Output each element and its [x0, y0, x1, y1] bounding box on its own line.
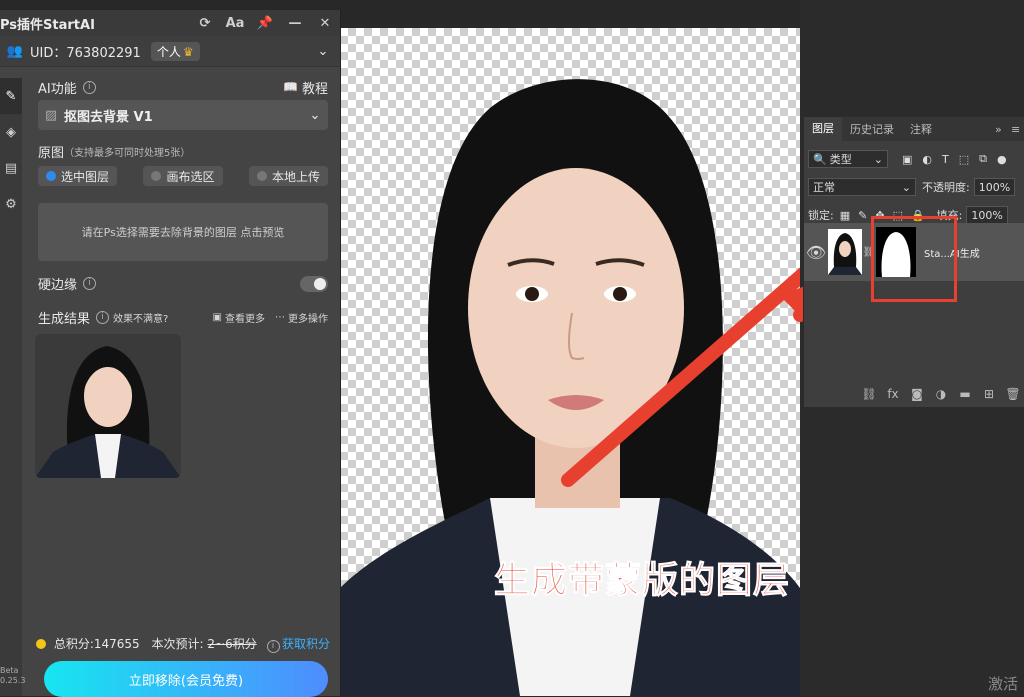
result-thumbnail[interactable]: [35, 334, 181, 478]
layer-filter-select[interactable]: 🔍 类型 ⌄: [808, 150, 888, 168]
chevron-down-icon[interactable]: ⌄: [306, 44, 340, 59]
more-icon: ⋯: [275, 312, 285, 323]
unsatisfied-link[interactable]: 效果不满意?: [113, 310, 168, 325]
edit-icon[interactable]: ✎: [0, 78, 22, 114]
fx-icon[interactable]: fx: [881, 387, 905, 401]
gear-icon[interactable]: ⚙: [0, 186, 22, 222]
total-points: 总积分:147655: [53, 637, 140, 651]
startai-plugin-panel: Ps插件StartAI ⟳ Aa 📌 — ✕ 👥 UID：763802291 个…: [0, 10, 341, 697]
new-layer-icon[interactable]: ⊞: [977, 387, 1001, 401]
version-info: Beta 0.25.3: [0, 666, 26, 685]
estimate-value: 2~6积分: [207, 637, 257, 651]
selected-function: 抠图去背景 V1: [64, 109, 153, 125]
trash-icon[interactable]: 🗑: [1001, 387, 1024, 401]
font-size-icon[interactable]: Aa: [220, 16, 250, 31]
add-mask-icon[interactable]: ◙: [905, 387, 929, 401]
source-option-canvas-selection[interactable]: 画布选区: [143, 166, 223, 186]
document-icon[interactable]: ▤: [0, 150, 22, 186]
mask-highlight-box: [871, 216, 957, 302]
lock-pixels-icon[interactable]: ▦: [840, 209, 850, 222]
coin-icon: [36, 639, 46, 649]
tab-layers[interactable]: 图层: [804, 117, 842, 141]
layer-thumb-portrait: [828, 233, 862, 275]
info-icon[interactable]: i: [82, 80, 96, 94]
chevron-down-icon: ⌄: [309, 107, 321, 123]
panel-expand-icon[interactable]: »: [995, 123, 1011, 136]
filter-shape-icon[interactable]: ⬚: [959, 153, 969, 166]
source-hint: （支持最多可同时处理5张）: [64, 148, 191, 159]
layers-icon[interactable]: ◈: [0, 114, 22, 150]
source-option-local-upload[interactable]: 本地上传: [248, 166, 328, 186]
blend-mode-select[interactable]: 正常 ⌄: [808, 178, 916, 196]
radio-icon: [151, 171, 162, 181]
folder-icon[interactable]: ▬: [953, 387, 977, 401]
info-icon[interactable]: i: [83, 277, 97, 290]
layers-bottom-toolbar: ⛓ fx ◙ ◑ ▬ ⊞ 🗑: [804, 381, 1024, 407]
tutorial-link[interactable]: 教程: [302, 78, 328, 97]
filter-text-icon[interactable]: T: [942, 153, 949, 166]
crown-icon: ♛: [182, 44, 194, 59]
annotation-caption: 生成带蒙版的图层: [493, 560, 791, 602]
fill-input[interactable]: 100%: [966, 206, 1008, 224]
filter-smart-icon[interactable]: ⧉: [979, 152, 987, 166]
layer-thumbnail[interactable]: [828, 229, 862, 275]
hard-edge-label: 硬边缘: [38, 278, 78, 293]
filter-toggle-icon[interactable]: ●: [997, 153, 1007, 166]
function-select[interactable]: ▨ 抠图去背景 V1 ⌄: [38, 100, 328, 130]
stripes-icon: ▨: [44, 107, 58, 123]
more-actions-link[interactable]: 更多操作: [288, 310, 328, 325]
result-portrait: [35, 346, 181, 478]
search-icon: 🔍: [813, 152, 827, 166]
chevron-down-icon: ⌄: [901, 180, 911, 194]
tab-notes[interactable]: 注释: [902, 121, 940, 137]
plugin-content: AI功能 i 📖 教程 ▨ 抠图去背景 V1 ⌄ 原图 （支持最多可同时处理5张…: [32, 78, 330, 697]
result-label: 生成结果: [38, 312, 91, 327]
radio-checked-icon: [46, 171, 56, 181]
panel-menu-icon[interactable]: ≡: [1011, 123, 1024, 136]
view-more-icon: ▣: [212, 312, 222, 323]
plugin-sidebar: ✎ ◈ ▤ ⚙: [0, 78, 22, 696]
ai-function-label: AI功能: [38, 81, 77, 97]
account-badge: 个人 ♛: [150, 41, 200, 61]
plugin-title: Ps插件StartAI: [0, 17, 95, 33]
account-bar[interactable]: 👥 UID：763802291 个人 ♛ ⌄: [0, 36, 340, 67]
hard-edge-toggle[interactable]: [300, 275, 328, 292]
minimize-icon[interactable]: —: [280, 16, 310, 31]
opacity-input[interactable]: 100%: [973, 178, 1016, 196]
opacity-label: 不透明度:: [922, 181, 970, 194]
info-icon[interactable]: i: [266, 640, 280, 653]
eye-icon[interactable]: 👁: [804, 243, 828, 262]
refresh-icon[interactable]: ⟳: [190, 16, 220, 31]
preview-drop-area[interactable]: 请在Ps选择需要去除背景的图层 点击预览: [38, 203, 328, 261]
adjustment-layer-icon[interactable]: ◑: [929, 387, 953, 401]
users-icon: 👥: [6, 43, 24, 59]
chevron-down-icon: ⌄: [873, 152, 883, 166]
view-more-link[interactable]: 查看更多: [225, 310, 265, 325]
filter-image-icon[interactable]: ▣: [902, 153, 912, 166]
link-layers-icon[interactable]: ⛓: [857, 387, 881, 401]
plugin-title-bar: Ps插件StartAI ⟳ Aa 📌 — ✕: [0, 10, 340, 36]
filter-adjustment-icon[interactable]: ◐: [922, 153, 932, 166]
uid-text: UID：763802291: [30, 45, 141, 61]
close-icon[interactable]: ✕: [310, 16, 340, 31]
book-icon: 📖: [283, 80, 298, 94]
lock-label: 锁定:: [808, 209, 834, 222]
points-summary: 总积分:147655 本次预计: 2~6积分 i: [36, 635, 280, 653]
pin-icon[interactable]: 📌: [250, 16, 280, 31]
layers-tabs: 图层 历史记录 注释 » ≡: [804, 117, 1024, 141]
lock-brush-icon[interactable]: ✎: [858, 209, 867, 222]
layers-panel: 图层 历史记录 注释 » ≡ 🔍 类型 ⌄ ▣ ◐ T ⬚ ⧉ ● 正常 ⌄ 不…: [803, 116, 1024, 408]
activate-watermark: 激活: [987, 675, 1018, 693]
estimate-label: 本次预计:: [151, 637, 204, 651]
remove-now-button[interactable]: 立即移除(会员免费): [44, 661, 328, 697]
source-label: 原图: [38, 146, 65, 161]
source-option-selected-layer[interactable]: 选中图层: [38, 166, 118, 186]
radio-icon: [256, 171, 267, 181]
get-points-link[interactable]: 获取积分: [282, 635, 330, 652]
tab-history[interactable]: 历史记录: [842, 121, 902, 137]
info-icon[interactable]: i: [96, 311, 110, 324]
